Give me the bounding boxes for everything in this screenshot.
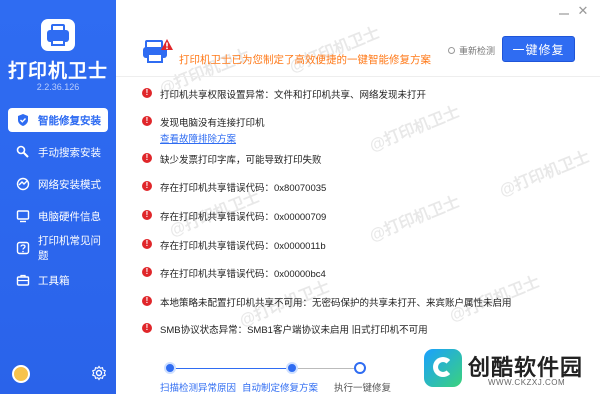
warning-icon: !: [142, 210, 152, 220]
step-done-icon: [286, 362, 298, 374]
sidebar-item-label: 智能修复安装: [38, 114, 101, 127]
sidebar-item-network-install[interactable]: 网络安装模式: [8, 172, 108, 196]
warning-icon: !: [142, 116, 152, 126]
brand-watermark: 创酷软件园 WWW.CKZXJ.COM: [416, 346, 600, 394]
issue-item: ! 存在打印机共享错误代码：0x00000bc4: [142, 266, 326, 280]
issue-text: 存在打印机共享错误代码：0x80070035: [160, 183, 327, 194]
sidebar-item-label: 打印机常见问题: [38, 235, 101, 262]
issue-item: ! 缺少发票打印字库，可能导致打印失败: [142, 152, 322, 166]
shield-icon: [16, 113, 30, 127]
issue-item: ! 本地策略未配置打印机共享不可用：无密码保护的共享未打开、来宾账户属性未启用: [142, 295, 512, 309]
sidebar-item-label: 电脑硬件信息: [38, 210, 101, 223]
printer-logo-icon: [41, 19, 75, 51]
minimize-icon[interactable]: [558, 6, 570, 18]
chip-icon: [16, 209, 30, 223]
issue-text: 打印机共享权限设置异常：文件和打印机共享、网络发现未打开: [160, 90, 427, 101]
issue-item: ! SMB协议状态异常：SMB1客户端协议未启用 旧式打印机不可用: [142, 322, 428, 336]
warning-icon: !: [142, 181, 152, 191]
toolbox-icon: [16, 273, 30, 287]
issue-text: 缺少发票打印字库，可能导致打印失败: [160, 155, 322, 166]
watermark: @打印机卫士: [497, 148, 593, 201]
sidebar: 打印机卫士 2.2.36.126 智能修复安装 手动搜索安装 网络安装模式 电脑…: [0, 0, 116, 394]
step-label: 自动制定修复方案: [242, 383, 319, 394]
sidebar-item-smart-repair[interactable]: 智能修复安装: [8, 108, 108, 132]
sidebar-item-toolbox[interactable]: 工具箱: [8, 268, 108, 292]
warning-icon: !: [142, 239, 152, 249]
app-version: 2.2.36.126: [36, 82, 80, 92]
sidebar-item-label: 手动搜索安装: [38, 146, 101, 159]
warning-icon: !: [142, 323, 152, 333]
issue-text: 本地策略未配置打印机共享不可用：无密码保护的共享未打开、来宾账户属性未启用: [160, 298, 512, 309]
warning-icon: !: [142, 153, 152, 163]
warning-icon: !: [142, 267, 152, 277]
brand-url: WWW.CKZXJ.COM: [488, 378, 566, 387]
app-title: 打印机卫士: [7, 61, 108, 82]
issue-text: 存在打印机共享错误代码：0x00000709: [160, 212, 327, 223]
issue-item: ! 存在打印机共享错误代码：0x0000011b: [142, 238, 326, 252]
issue-text: 存在打印机共享错误代码：0x00000bc4: [160, 269, 326, 280]
step-label: 扫描检测异常原因: [160, 383, 237, 394]
one-click-fix-button[interactable]: 一键修复: [502, 36, 575, 62]
issue-item: ! 打印机共享权限设置异常：文件和打印机共享、网络发现未打开: [142, 87, 426, 101]
issue-item: ! 存在打印机共享错误代码：0x80070035: [142, 180, 326, 194]
issue-text: 发现电脑没有连接打印机: [160, 118, 265, 129]
divider: [116, 76, 600, 77]
recheck-label: 重新检测: [459, 46, 496, 56]
step-label: 执行一键修复: [334, 383, 392, 394]
network-icon: [16, 177, 30, 191]
step-current-icon: [354, 362, 366, 374]
main-panel: ✕ @打印机卫士 @打印机卫士 @打印机卫士 @打印机卫士 @打印机卫士 @打印…: [116, 0, 600, 394]
sidebar-item-printer-faq[interactable]: 打印机常见问题: [8, 235, 108, 262]
troubleshoot-link[interactable]: 查看故障排除方案: [160, 131, 265, 145]
close-icon[interactable]: ✕: [576, 4, 590, 18]
watermark: @打印机卫士: [367, 103, 463, 156]
avatar[interactable]: [12, 365, 30, 383]
brand-logo-icon: [424, 349, 462, 387]
sidebar-item-manual-search[interactable]: 手动搜索安装: [8, 140, 108, 164]
gear-icon[interactable]: [91, 365, 107, 381]
issue-text: 存在打印机共享错误代码：0x0000011b: [160, 241, 326, 252]
sidebar-item-label: 网络安装模式: [38, 178, 101, 191]
warning-icon: !: [142, 88, 152, 98]
recheck-radio-icon: [448, 47, 455, 54]
issue-item: ! 发现电脑没有连接打印机 查看故障排除方案: [142, 115, 265, 145]
issue-text: SMB协议状态异常：SMB1客户端协议未启用 旧式打印机不可用: [160, 325, 428, 336]
step-done-icon: [164, 362, 176, 374]
header-message: 打印机卫士已为您制定了高效便捷的一键智能修复方案: [179, 54, 431, 66]
sidebar-item-hardware-info[interactable]: 电脑硬件信息: [8, 204, 108, 228]
watermark: @打印机卫士: [287, 24, 383, 77]
question-icon: [16, 241, 30, 255]
step-connector-pending: [292, 368, 356, 369]
sidebar-item-label: 工具箱: [38, 274, 70, 287]
printer-warning-icon: [142, 37, 174, 65]
watermark: @打印机卫士: [367, 193, 463, 246]
warning-icon: !: [142, 296, 152, 306]
wrench-icon: [16, 145, 30, 159]
recheck-button[interactable]: 重新检测: [448, 44, 495, 57]
issue-item: ! 存在打印机共享错误代码：0x00000709: [142, 209, 326, 223]
